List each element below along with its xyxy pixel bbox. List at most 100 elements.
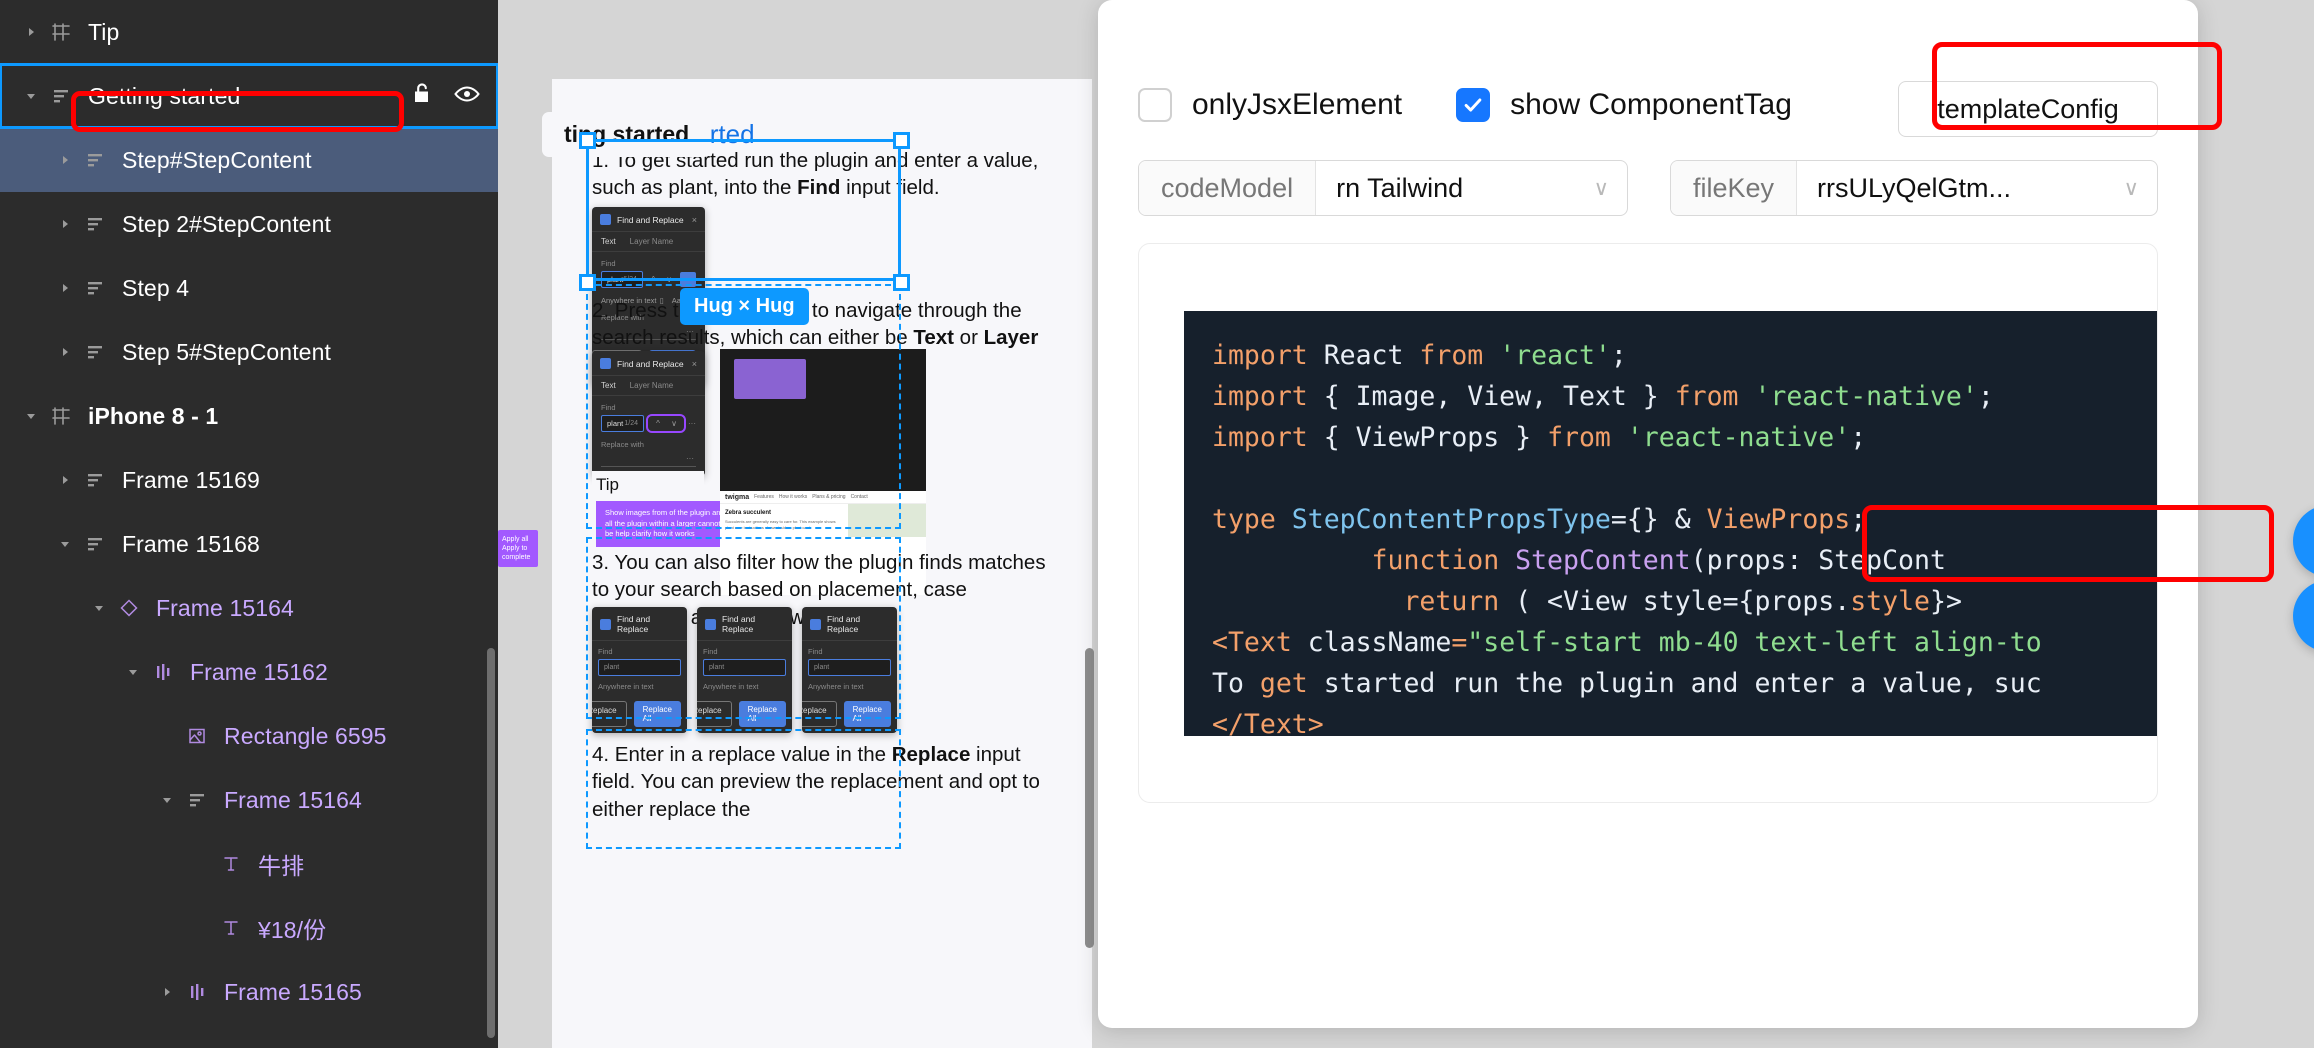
expand-caret-icon[interactable] [52, 474, 78, 486]
unlock-icon[interactable] [412, 82, 432, 110]
layer-label: Tip [88, 18, 120, 45]
expand-caret-icon[interactable] [52, 154, 78, 166]
code-model-select[interactable]: codeModel rn Tailwind ∨ [1138, 160, 1628, 216]
autolayout-icon [78, 342, 112, 362]
layer-row-[interactable]: 牛排 [0, 832, 498, 896]
autolayout-icon [78, 214, 112, 234]
text-icon [214, 918, 248, 938]
export-code-fab[interactable] [2293, 580, 2314, 652]
code-line: function StepContent(props: StepCont [1371, 545, 1946, 576]
autolayout-icon [44, 86, 78, 106]
layer-label: ¥18/份 [258, 917, 327, 943]
code-line: </Text> [1212, 709, 1324, 736]
layer-label: Step 5#StepContent [122, 338, 331, 365]
file-key-select[interactable]: fileKey rrsULyQelGtm... ∨ [1670, 160, 2158, 216]
layer-row-frame-15169[interactable]: Frame 15169 [0, 448, 498, 512]
frame-grid-icon [44, 22, 78, 42]
file-key-value-wrap[interactable]: rrsULyQelGtm... ∨ [1797, 161, 2157, 215]
template-config-button[interactable]: templateConfig [1898, 81, 2158, 137]
expand-caret-icon[interactable] [18, 26, 44, 38]
expand-caret-icon[interactable] [154, 986, 180, 998]
show-componenttag-checkbox-group[interactable]: show ComponentTag [1456, 88, 1792, 122]
only-jsx-element-checkbox-group[interactable]: onlyJsxElement [1138, 88, 1402, 122]
only-jsx-element-checkbox[interactable] [1138, 88, 1172, 122]
layer-label: Frame 15162 [190, 658, 328, 685]
layer-label: Step#StepContent [122, 146, 312, 173]
autolayout-icon [78, 278, 112, 298]
autolayout-icon [78, 150, 112, 170]
expand-caret-icon[interactable] [52, 538, 78, 550]
layer-row-frame-15164[interactable]: Frame 15164 [0, 768, 498, 832]
image-icon [180, 726, 214, 746]
code-preview[interactable]: import React from 'react'; import { Image… [1184, 311, 2157, 736]
file-key-label: fileKey [1671, 161, 1798, 215]
code-line: To get started run the plugin and enter … [1212, 668, 2042, 699]
copy-code-fab[interactable] [2293, 505, 2314, 577]
plugin-area: onlyJsxElement show ComponentTag templat… [1094, 0, 2314, 1048]
autolayout-icon [78, 534, 112, 554]
expand-caret-icon[interactable] [52, 282, 78, 294]
expand-caret-icon[interactable] [120, 666, 146, 678]
layer-label: Step 2#StepContent [122, 210, 331, 237]
show-componenttag-checkbox[interactable] [1456, 88, 1491, 122]
code-model-value-wrap[interactable]: rn Tailwind ∨ [1316, 161, 1627, 215]
selection-handle-tl[interactable] [579, 132, 596, 149]
code-line: import { ViewProps } from 'react-native'… [1212, 422, 1867, 453]
layer-label: Frame 15164 [224, 786, 362, 813]
selects-row: codeModel rn Tailwind ∨ fileKey rrsULyQe… [1138, 160, 2158, 216]
selection-handle-br[interactable] [893, 274, 910, 291]
chevron-down-icon: ∨ [2123, 176, 2139, 200]
frame-grid-icon [44, 406, 78, 426]
layer-row-frame-15162[interactable]: Frame 15162 [0, 640, 498, 704]
layer-row-frame-15168[interactable]: Frame 15168 [0, 512, 498, 576]
layer-label: Getting started [88, 82, 241, 109]
purple-tab-label: Apply all Apply to complete [502, 536, 531, 562]
eye-icon[interactable] [454, 83, 480, 110]
canvas-sheet: ting started Getting started Hug × Hug 1… [542, 79, 1092, 1048]
layer-row-frame-15164[interactable]: Frame 15164 [0, 576, 498, 640]
screen-root: Tip Getting started Step#StepContent Step … [0, 0, 2314, 1048]
layer-row-rectangle-6595[interactable]: Rectangle 6595 [0, 704, 498, 768]
layer-label: Frame 15164 [156, 594, 294, 621]
selection-handle-bl[interactable] [579, 274, 596, 291]
code-line: <Text className="self-start mb-40 text-l… [1212, 627, 2042, 658]
expand-caret-icon[interactable] [18, 410, 44, 422]
layer-label: Frame 15169 [122, 466, 260, 493]
code-model-value: rn Tailwind [1336, 172, 1464, 203]
file-key-value: rrsULyQelGtm... [1817, 172, 2012, 203]
layer-row-frame-15165[interactable]: Frame 15165 [0, 960, 498, 1024]
layer-row-step-stepcontent[interactable]: Step#StepContent [0, 128, 498, 192]
layer-label: 牛排 [258, 853, 305, 879]
code-preview-frame: import React from 'react'; import { Image… [1138, 243, 2158, 803]
layer-row-getting-started[interactable]: Getting started [0, 63, 498, 129]
layer-row-iphone-8-1[interactable]: iPhone 8 - 1 [0, 384, 498, 448]
layers-scrollbar[interactable] [487, 648, 495, 1038]
layer-row-step-5-stepcontent[interactable]: Step 5#StepContent [0, 320, 498, 384]
only-jsx-element-label: onlyJsxElement [1192, 88, 1403, 121]
selection-dashed-step3 [586, 537, 901, 719]
code-model-label: codeModel [1139, 161, 1317, 215]
expand-caret-icon[interactable] [52, 218, 78, 230]
figma-canvas[interactable]: ting started Getting started Hug × Hug 1… [498, 0, 1098, 1048]
code-line: import React from 'react'; [1212, 340, 1627, 371]
code-line: return ( <View style={props.style}> [1403, 586, 1962, 617]
layer-row-step-2-stepcontent[interactable]: Step 2#StepContent [0, 192, 498, 256]
layer-row-actions[interactable] [412, 64, 480, 128]
layer-row-tip[interactable]: Tip [0, 0, 498, 64]
autolayout-horizontal-icon [146, 662, 180, 682]
expand-caret-icon[interactable] [154, 794, 180, 806]
layer-row-step-4[interactable]: Step 4 [0, 256, 498, 320]
selection-handle-tr[interactable] [893, 132, 910, 149]
expand-caret-icon[interactable] [52, 346, 78, 358]
canvas-scrollbar[interactable] [1085, 648, 1094, 948]
code-line: import { Image, View, Text } from 'react… [1212, 381, 1994, 412]
expand-caret-icon[interactable] [86, 602, 112, 614]
expand-caret-icon[interactable] [18, 90, 44, 102]
figma-layers-panel[interactable]: Tip Getting started Step#StepContent Step … [0, 0, 498, 1048]
layer-label: iPhone 8 - 1 [88, 402, 219, 429]
text-icon [214, 854, 248, 874]
chevron-down-icon: ∨ [1593, 176, 1609, 200]
layer-row-18[interactable]: ¥18/份 [0, 896, 498, 960]
code-line: type StepContentPropsType={} & ViewProps… [1212, 504, 1867, 535]
